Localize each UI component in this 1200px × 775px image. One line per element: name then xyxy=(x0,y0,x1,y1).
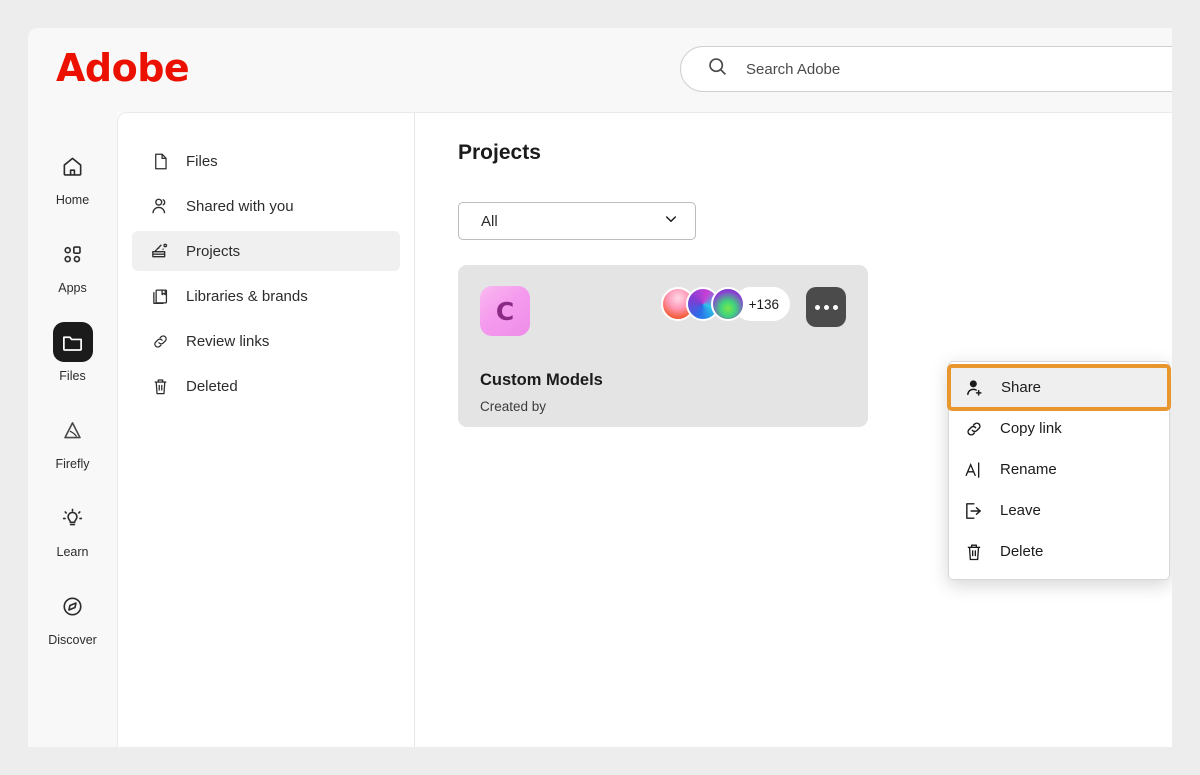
rail-item-learn[interactable]: Learn xyxy=(28,498,117,559)
main-area: Projects All C Custom Models Created by xyxy=(415,113,1172,747)
menu-item-delete[interactable]: Delete xyxy=(949,531,1169,572)
sidebar-item-review-links[interactable]: Review links xyxy=(132,321,400,361)
apps-grid-icon xyxy=(53,234,93,274)
chevron-down-icon xyxy=(663,211,679,232)
ellipsis-icon xyxy=(814,304,820,310)
sidebar-item-projects[interactable]: Projects xyxy=(132,231,400,271)
page-title: Projects xyxy=(458,141,541,164)
sidebar-label-libraries-and-brands: Libraries & brands xyxy=(186,287,308,305)
ellipsis-icon xyxy=(832,304,838,310)
project-more-options-button[interactable] xyxy=(806,287,846,327)
rail-label-apps: Apps xyxy=(58,281,87,295)
app-window: Adobe Search Adobe Home Apps Files Firef… xyxy=(28,28,1172,747)
menu-item-leave[interactable]: Leave xyxy=(949,490,1169,531)
search-placeholder: Search Adobe xyxy=(746,60,841,78)
menu-label-rename: Rename xyxy=(1000,461,1057,478)
sidebar-label-shared-with-you: Shared with you xyxy=(186,197,294,215)
text-cursor-icon xyxy=(963,459,984,480)
filter-value: All xyxy=(481,212,498,230)
rail-label-learn: Learn xyxy=(56,545,89,559)
people-icon xyxy=(150,196,170,216)
menu-label-share: Share xyxy=(1001,379,1042,396)
sidebar-item-deleted[interactable]: Deleted xyxy=(132,366,400,406)
rail-label-files: Files xyxy=(59,369,86,383)
sidebar-item-files[interactable]: Files xyxy=(132,141,400,181)
project-card[interactable]: C Custom Models Created by +136 xyxy=(458,265,868,427)
rail-label-discover: Discover xyxy=(48,633,97,647)
rail-label-firefly: Firefly xyxy=(55,457,90,471)
menu-label-delete: Delete xyxy=(1000,543,1044,560)
avatar[interactable] xyxy=(711,287,745,321)
menu-item-share[interactable]: Share xyxy=(947,364,1171,411)
context-menu: Share Copy link Rename Leave Delete xyxy=(947,361,1171,580)
sidebar-label-deleted: Deleted xyxy=(186,377,238,395)
ellipsis-icon xyxy=(823,304,829,310)
content-panel: Files Shared with you Projects Libraries… xyxy=(117,112,1172,747)
rail-item-files[interactable]: Files xyxy=(28,322,117,383)
lightbulb-icon xyxy=(53,498,93,538)
primary-rail: Home Apps Files Firefly Learn Discover xyxy=(28,112,117,747)
adobe-logo[interactable]: Adobe xyxy=(56,46,190,90)
exit-icon xyxy=(963,500,984,521)
rail-item-home[interactable]: Home xyxy=(28,146,117,207)
menu-item-rename[interactable]: Rename xyxy=(949,449,1169,490)
compass-icon xyxy=(53,586,93,626)
sidebar-label-projects: Projects xyxy=(186,242,241,260)
project-created-by: Created by xyxy=(480,399,547,414)
rail-item-discover[interactable]: Discover xyxy=(28,586,117,647)
rail-item-apps[interactable]: Apps xyxy=(28,234,117,295)
sidebar-item-libraries-and-brands[interactable]: Libraries & brands xyxy=(132,276,400,316)
link-icon xyxy=(963,418,984,439)
menu-label-leave: Leave xyxy=(1000,502,1041,519)
link-icon xyxy=(150,331,170,351)
rail-item-firefly[interactable]: Firefly xyxy=(28,410,117,471)
collaborator-avatars[interactable]: +136 xyxy=(661,287,790,321)
project-avatar-icon: C xyxy=(480,286,530,336)
project-name: Custom Models xyxy=(480,371,603,389)
menu-label-copy-link: Copy link xyxy=(1000,420,1062,437)
person-add-icon xyxy=(964,377,985,398)
search-icon xyxy=(707,56,728,82)
home-icon xyxy=(53,146,93,186)
trash-icon xyxy=(963,541,984,562)
rail-label-home: Home xyxy=(55,193,90,207)
libraries-icon xyxy=(150,286,170,306)
secondary-nav: Files Shared with you Projects Libraries… xyxy=(118,113,415,747)
filter-dropdown[interactable]: All xyxy=(458,202,696,240)
projects-icon xyxy=(150,241,170,261)
firefly-icon xyxy=(53,410,93,450)
sidebar-item-shared-with-you[interactable]: Shared with you xyxy=(132,186,400,226)
menu-item-copy-link[interactable]: Copy link xyxy=(949,408,1169,449)
sidebar-label-review-links: Review links xyxy=(186,332,270,350)
top-bar: Adobe Search Adobe xyxy=(28,28,1172,112)
search-input[interactable]: Search Adobe xyxy=(680,46,1172,92)
trash-icon xyxy=(150,376,170,396)
sidebar-label-files: Files xyxy=(186,152,218,170)
folder-icon xyxy=(52,322,93,362)
document-icon xyxy=(150,151,170,171)
